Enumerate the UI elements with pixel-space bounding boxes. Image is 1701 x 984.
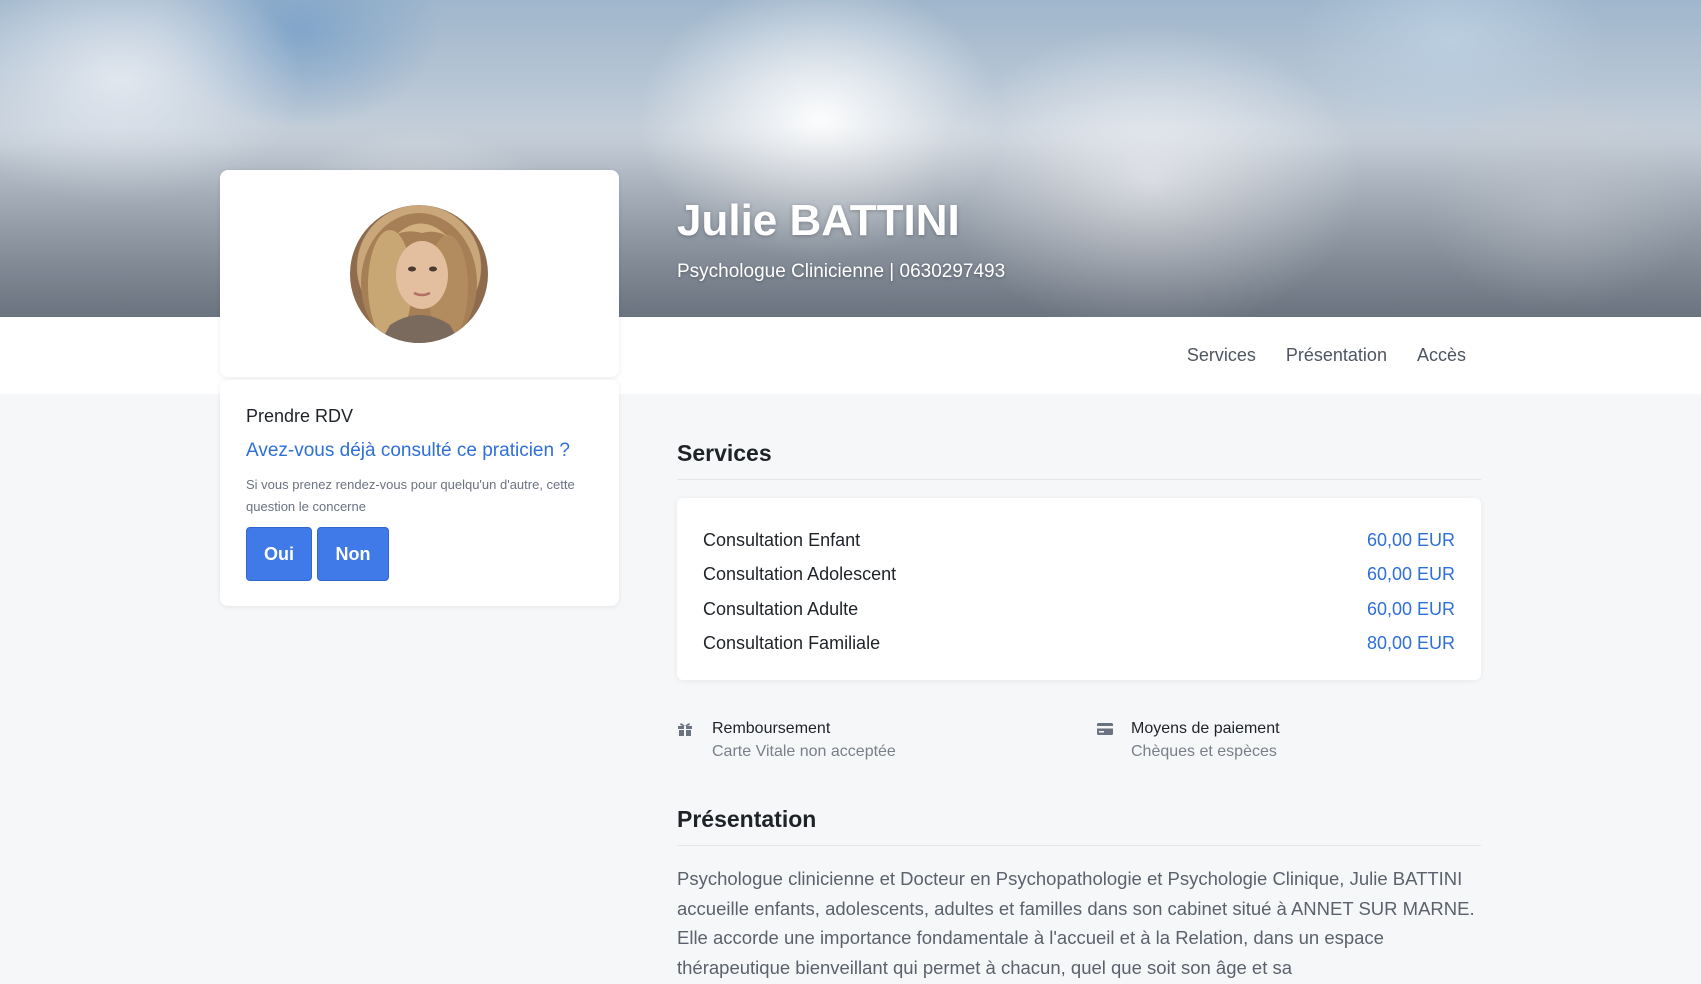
service-row: Consultation Familiale 80,00 EUR bbox=[703, 627, 1455, 662]
service-row: Consultation Adolescent 60,00 EUR bbox=[703, 558, 1455, 593]
avatar-portrait-icon bbox=[361, 213, 477, 343]
service-name: Consultation Familiale bbox=[703, 633, 881, 654]
presentation-divider bbox=[677, 845, 1481, 846]
service-name: Consultation Adolescent bbox=[703, 564, 897, 585]
reimbursement-value: Carte Vitale non acceptée bbox=[712, 743, 896, 760]
payment-label: Moyens de paiement bbox=[1131, 720, 1280, 737]
profile-card bbox=[220, 170, 619, 377]
presentation-heading: Présentation bbox=[677, 806, 817, 832]
presentation-text: Psychologue clinicienne et Docteur en Ps… bbox=[677, 868, 1475, 978]
services-heading: Services bbox=[677, 440, 772, 466]
service-row: Consultation Adulte 60,00 EUR bbox=[703, 592, 1455, 627]
service-name: Consultation Adulte bbox=[703, 598, 859, 619]
nav-link-services[interactable]: Services bbox=[1187, 345, 1256, 366]
appointment-help-text: Si vous prenez rendez-vous pour quelqu'u… bbox=[246, 477, 575, 514]
nav-link-acces[interactable]: Accès bbox=[1417, 345, 1466, 366]
service-name: Consultation Enfant bbox=[703, 529, 861, 550]
gift-icon bbox=[678, 723, 692, 736]
service-row: Consultation Enfant 60,00 EUR bbox=[703, 523, 1455, 558]
nav-link-presentation[interactable]: Présentation bbox=[1286, 345, 1387, 366]
practitioner-subtitle: Psychologue Clinicienne | 0630297493 bbox=[677, 261, 1006, 282]
no-button[interactable]: Non bbox=[317, 527, 389, 581]
services-list: Consultation Enfant 60,00 EUR Consultati… bbox=[677, 498, 1481, 680]
credit-card-icon bbox=[1097, 723, 1113, 735]
service-price: 60,00 EUR bbox=[1366, 529, 1455, 550]
service-price: 60,00 EUR bbox=[1366, 598, 1455, 619]
avatar bbox=[350, 205, 488, 343]
service-price: 80,00 EUR bbox=[1366, 633, 1455, 654]
appointment-question: Avez-vous déjà consulté ce praticien ? bbox=[246, 440, 570, 461]
payment-value: Chèques et espèces bbox=[1131, 743, 1277, 760]
service-price: 60,00 EUR bbox=[1366, 564, 1455, 585]
practitioner-name: Julie BATTINI bbox=[677, 196, 960, 245]
appointment-title: Prendre RDV bbox=[246, 406, 354, 426]
yes-button[interactable]: Oui bbox=[246, 527, 312, 581]
nav-links: Services Présentation Accès bbox=[1187, 317, 1466, 394]
services-divider bbox=[677, 479, 1481, 480]
appointment-card: Prendre RDV Avez-vous déjà consulté ce p… bbox=[220, 380, 619, 606]
reimbursement-label: Remboursement bbox=[712, 720, 831, 737]
